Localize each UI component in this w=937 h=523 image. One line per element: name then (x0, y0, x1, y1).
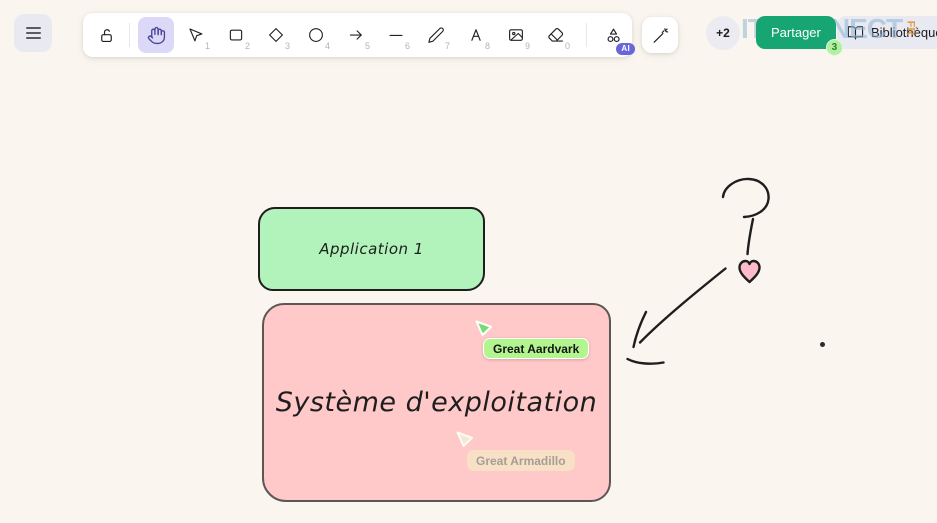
ellipse-tool-button[interactable]: 4 (298, 17, 334, 53)
line-icon (387, 26, 405, 44)
library-button-label: Bibliothèque (871, 25, 937, 40)
share-button[interactable]: Partager 3 (756, 16, 836, 49)
more-shapes-button[interactable]: AI (595, 17, 631, 53)
ellipse-icon (307, 26, 325, 44)
rectangle-icon (227, 26, 245, 44)
hand-tool-button[interactable] (138, 17, 174, 53)
library-button[interactable]: Bibliothèque (837, 16, 937, 49)
draw-tool-button[interactable]: 7 (418, 17, 454, 53)
image-icon (507, 26, 525, 44)
diamond-tool-button[interactable]: 3 (258, 17, 294, 53)
pen-dot[interactable] (820, 342, 825, 347)
main-menu-button[interactable] (14, 14, 52, 52)
arrow-icon (347, 26, 365, 44)
share-button-label: Partager (771, 25, 821, 40)
extra-shapes-icon (604, 26, 623, 45)
eraser-icon (547, 26, 565, 44)
share-count-badge: 3 (826, 39, 843, 56)
collaborators-count-button[interactable]: +2 (706, 16, 740, 50)
shape-systeme-exploitation[interactable]: Système d'exploitation (262, 303, 611, 502)
shape-application-1-label: Application 1 (319, 240, 424, 258)
unlock-icon (97, 26, 116, 45)
question-mark-doodle[interactable] (723, 179, 769, 254)
mouse-pointer-icon (187, 26, 205, 44)
arrow-doodle[interactable] (628, 269, 726, 364)
image-tool-button[interactable]: 9 (498, 17, 534, 53)
book-icon (847, 24, 864, 41)
rectangle-tool-button[interactable]: 2 (218, 17, 254, 53)
laser-pointer-button[interactable] (642, 17, 678, 53)
hand-icon (147, 26, 166, 45)
pencil-icon (427, 26, 445, 44)
shape-systeme-exploitation-label: Système d'exploitation (276, 387, 598, 418)
selection-tool-button[interactable]: 1 (178, 17, 214, 53)
arrow-tool-button[interactable]: 5 (338, 17, 374, 53)
toolbar-divider (129, 23, 130, 47)
ai-badge: AI (616, 43, 635, 55)
heart-dot[interactable] (740, 261, 760, 282)
toolbar-divider (586, 23, 587, 47)
lock-tool-button[interactable] (91, 17, 121, 53)
laser-wand-icon (651, 26, 670, 45)
hamburger-icon (26, 27, 41, 39)
line-tool-button[interactable]: 6 (378, 17, 414, 53)
excalidraw-app: Application 1 Système d'exploitation Gre… (0, 0, 937, 523)
text-tool-button[interactable]: 8 (458, 17, 494, 53)
eraser-tool-button[interactable]: 0 (538, 17, 574, 53)
shape-application-1[interactable]: Application 1 (258, 207, 485, 291)
diamond-icon (267, 26, 285, 44)
tool-toolbar: 1 2 3 4 5 (83, 13, 632, 57)
text-icon (467, 26, 485, 44)
